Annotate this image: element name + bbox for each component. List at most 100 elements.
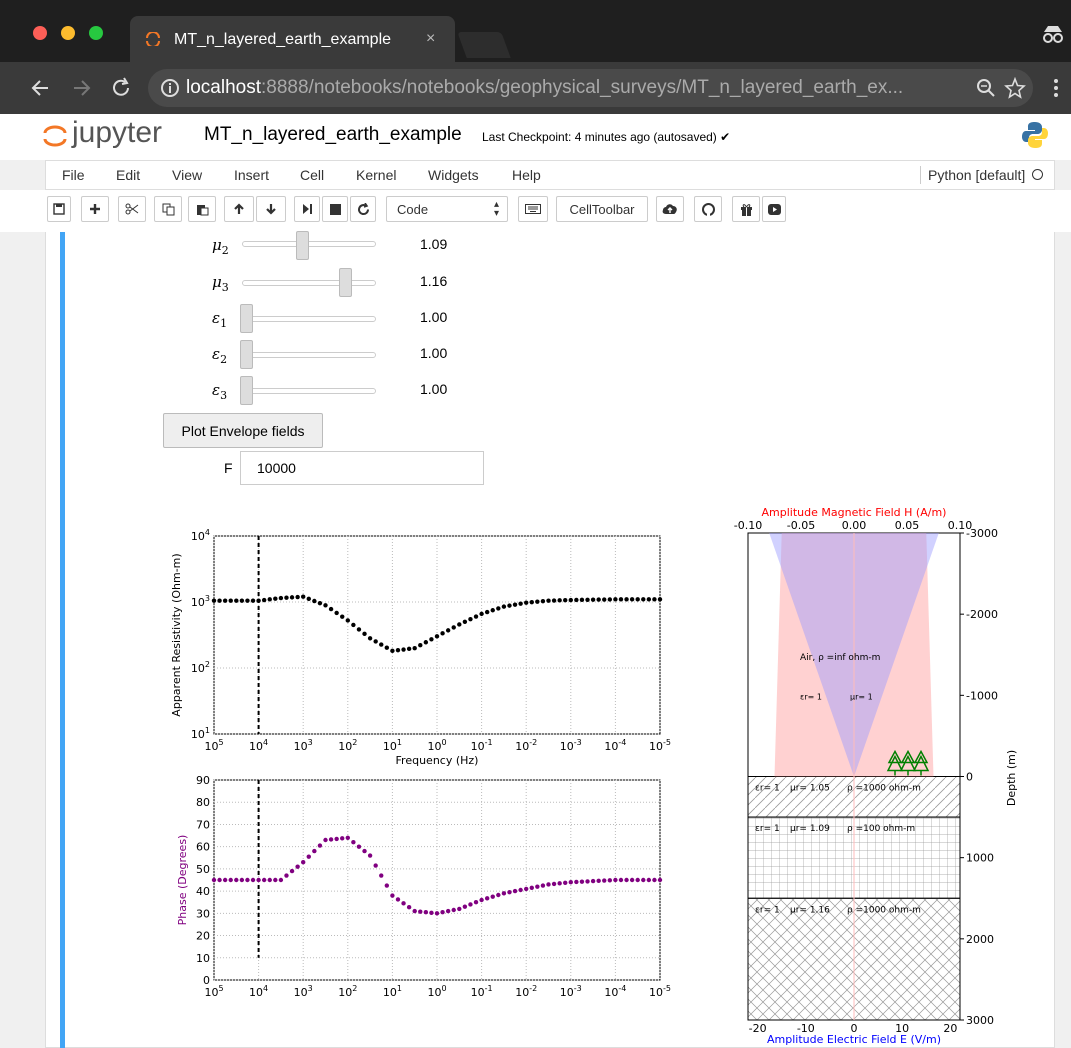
reload-icon[interactable] [110,77,132,99]
stop-button[interactable] [322,196,348,222]
cell-type-select[interactable]: Code ▴ ▾ [386,196,508,222]
zoom-icon[interactable] [976,78,996,98]
menu-divider [920,166,921,184]
run-button[interactable] [294,196,320,222]
frequency-input[interactable]: 10000 [240,451,484,485]
kernel-name[interactable]: Python [default] [928,167,1025,183]
forward-icon[interactable] [72,78,92,98]
data-point [395,647,401,653]
command-palette-button[interactable] [518,196,548,222]
slider-track[interactable] [242,316,376,322]
data-point [245,598,250,603]
slider-thumb[interactable] [240,304,253,333]
data-point [401,647,406,652]
data-point [479,897,484,903]
copy-button[interactable] [154,196,182,222]
url-bar[interactable]: localhost:8888/notebooks/notebooks/geoph… [148,69,1033,107]
gift-button[interactable] [732,196,760,222]
slider-thumb[interactable] [240,340,253,369]
new-tab-button[interactable] [457,32,511,58]
move-up-button[interactable] [224,196,254,222]
x-tick-label: 104 [249,738,268,753]
slider-value: 1.09 [420,236,448,252]
upload-button[interactable] [656,196,684,222]
depth-tick-label: 3000 [966,1014,994,1027]
slider-track[interactable] [242,241,376,247]
menu-view[interactable]: View [172,167,202,183]
add-cell-button[interactable] [81,196,109,222]
move-down-button[interactable] [256,196,286,222]
data-point [434,634,440,639]
save-button[interactable] [47,196,71,222]
data-point [284,595,289,600]
slider-thumb[interactable] [240,376,253,405]
data-point [657,877,663,883]
browser-tab-active[interactable]: MT_n_layered_earth_example × [130,16,455,62]
youtube-button[interactable] [762,196,786,222]
data-point [312,848,317,854]
y-tick-label: 30 [196,907,210,920]
menu-insert[interactable]: Insert [234,167,269,183]
menu-file[interactable]: File [62,167,85,183]
data-point [261,597,267,603]
plot-envelope-button[interactable]: Plot Envelope fields [163,413,323,448]
upload-icon [662,204,677,214]
slider-thumb[interactable] [296,231,309,260]
data-point [418,643,423,648]
menu-widgets[interactable]: Widgets [428,167,479,183]
data-point [590,878,596,884]
data-point [496,892,501,898]
stop-icon [329,203,341,215]
address-toolbar: localhost:8888/notebooks/notebooks/geoph… [0,62,1071,114]
data-point [317,843,323,848]
data-point [440,910,445,915]
tab-close-button[interactable]: × [426,30,435,48]
data-point [267,877,272,883]
url-host: localhost [186,77,261,98]
restart-button[interactable] [350,196,376,222]
maximize-window-button[interactable] [89,26,103,40]
menu-kernel[interactable]: Kernel [356,167,396,183]
slider-thumb[interactable] [339,268,352,297]
x-tick-label: 10-1 [471,984,493,999]
data-point [657,597,663,602]
back-icon[interactable] [30,78,50,98]
star-icon[interactable] [1004,77,1026,99]
data-point [590,597,596,602]
depth-tick-label: 2000 [966,933,994,946]
paste-icon [196,204,208,215]
data-point [624,597,629,602]
jupyter-logo-icon[interactable] [42,124,68,148]
data-point [641,597,646,602]
depth-tick-label: -1000 [966,689,998,702]
python-logo-icon [1022,122,1048,148]
notebook-name[interactable]: MT_n_layered_earth_example [204,124,462,146]
data-point [217,598,222,603]
slider-track[interactable] [242,280,376,286]
menu-bar: File Edit View Insert Cell Kernel Widget… [45,160,1055,190]
menu-edit[interactable]: Edit [116,167,140,183]
data-point [390,648,395,654]
data-point [462,904,468,909]
data-point [574,879,579,885]
data-point [245,877,250,883]
celltoolbar-button[interactable]: CellToolbar [556,196,648,222]
slider-track[interactable] [242,388,376,394]
github-button[interactable] [694,196,722,222]
cut-button[interactable] [118,196,146,222]
layer-mu-label: μr= 1.05 [790,784,830,794]
menu-help[interactable]: Help [512,167,541,183]
close-window-button[interactable] [33,26,47,40]
slider-track[interactable] [242,352,376,358]
data-point [256,877,261,883]
more-icon[interactable] [1052,78,1060,98]
minimize-window-button[interactable] [61,26,75,40]
data-point [234,877,239,883]
y-tick-label: 102 [191,660,210,675]
menu-cell[interactable]: Cell [300,167,324,183]
layer-rho-label: ρ =1000 ohm-m [847,905,921,915]
info-icon [161,79,179,97]
x-tick-label: 100 [427,984,446,999]
data-point [373,639,378,644]
paste-button[interactable] [188,196,216,222]
